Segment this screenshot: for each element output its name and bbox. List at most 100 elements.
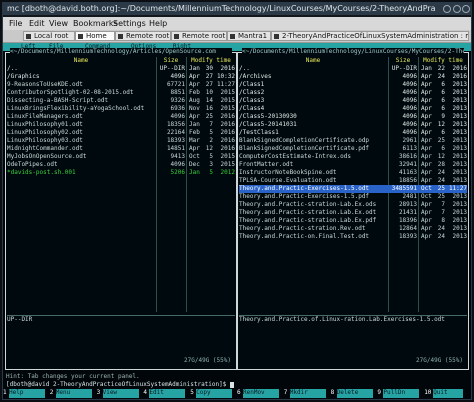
right-panel-header: Name Size Modify time	[239, 57, 467, 65]
close-icon[interactable]	[462, 5, 470, 13]
file-name: LinuxFileManagers.odt	[7, 113, 83, 120]
file-row[interactable]: Theory.and.Practic-stration.Rev.odt 12864…	[239, 225, 467, 233]
fkey-label: PullDn	[383, 389, 420, 398]
file-time: 2013	[452, 201, 467, 208]
terminal-icon	[118, 34, 123, 39]
left-panel-header: Name Size Modify time	[7, 57, 235, 65]
file-name: MyJobsOnOpenSource.odt	[7, 153, 87, 160]
file-row[interactable]: ContributorSpotlight-02-08-2015.odt 8851 F…	[7, 89, 235, 97]
file-size: 4096	[402, 81, 417, 88]
directory-row[interactable]: /TestClass1 4096 Apr 6 2013	[239, 129, 467, 137]
header-name[interactable]: Name	[239, 57, 387, 65]
directory-row[interactable]: /Class4 4096 Apr 6 2013	[239, 105, 467, 113]
file-time: 2015	[220, 153, 235, 160]
file-row[interactable]: Theory.and.Practic-stration-Lab.Ex.ods 28…	[239, 201, 467, 209]
file-row[interactable]: MyJobsOnOpenSource.odt 9413 Oct 5 2015	[7, 153, 235, 161]
file-row[interactable]: LinuxBringsFlexibility-aYogaSchool.odt 69…	[7, 105, 235, 113]
file-size: 38616	[398, 153, 417, 160]
file-row[interactable]: Theory.and.Practic-Exercises-1.5.pdf 2481…	[239, 193, 467, 201]
header-name[interactable]: Name	[7, 57, 155, 65]
tab-remote-root-2[interactable]: Remote root	[171, 31, 227, 41]
file-time: 2013	[452, 113, 467, 120]
file-row[interactable]: *davids-post.sh.001 5206 Jan 5 2012	[7, 169, 235, 177]
menu-file[interactable]: File	[9, 17, 22, 30]
fkey-label: Help	[9, 389, 45, 398]
file-row[interactable]: MidnightCommander.odt 14851 Apr 12 2016	[7, 145, 235, 153]
directory-row[interactable]: /Class2 4096 Apr 6 2013	[239, 89, 467, 97]
menu-bookmarks[interactable]: Bookmarks	[73, 17, 118, 30]
tab-mc[interactable]: 2-TheoryAndPracticeOfLinuxSystemAdminist…	[271, 31, 469, 41]
file-row[interactable]: Dissecting-a-BASH-Script.odt 9326 Aug 14 201…	[7, 97, 235, 105]
left-panel[interactable]: <~/Documents/MillenniumTechnology/Articl…	[5, 48, 237, 370]
file-size: 67721	[166, 81, 185, 88]
file-name: BlankSignedCompletionCertificate.pdf	[239, 145, 370, 152]
right-panel[interactable]: <~/Documents/MillenniumTechnology/LinuxC…	[237, 48, 469, 370]
directory-row[interactable]: /.. UP--DIR Jan 22 2016	[239, 65, 467, 73]
hint-line: Hint: Tab changes your current panel.	[6, 373, 140, 380]
tab-local-root[interactable]: Local root	[23, 31, 75, 41]
left-mini-status: UP--DIR	[7, 315, 235, 324]
directory-row[interactable]: /Graphics 4096 Apr 27 10:32	[7, 73, 235, 81]
file-row[interactable]: BlankSignedCompletionCertificate.pdf 6113…	[239, 145, 467, 153]
file-row[interactable]: Theory.and.Practic-stration.Lab.Ex.odt 21…	[239, 209, 467, 217]
file-size: 9413	[170, 153, 185, 160]
file-day: 24	[437, 177, 445, 184]
file-time: 11:27	[216, 81, 235, 88]
file-time: 11:27	[448, 185, 467, 192]
file-row[interactable]: 9-ReasonsToUseKDE.odt 67721 Apr 27 11:27	[7, 81, 235, 89]
terminal-area[interactable]: Left File Command Options Right <~/Docum…	[3, 43, 471, 399]
maximize-icon[interactable]	[453, 5, 461, 13]
menu-edit[interactable]: Edit	[29, 17, 45, 30]
file-month: Aug	[189, 97, 200, 104]
file-row[interactable]: Theory.and.Practic-stration.Lab.Ex.pdf 18…	[239, 217, 467, 225]
file-row[interactable]: TPLSA-Course.Evaluation.odt 18856 Apr 24 201…	[239, 177, 467, 185]
file-row[interactable]: InstructorNoteBookSpine.odt 41163 Apr 24 201…	[239, 169, 467, 177]
file-name: Theory.and.Practic-on.Final.Test.odt	[239, 233, 370, 240]
fkey-label: Copy	[196, 389, 233, 398]
file-row[interactable]: Theory.and.Practic-Exercises-1.5.odt 3485…	[239, 185, 467, 193]
file-name: 9-ReasonsToUseKDE.odt	[7, 81, 83, 88]
tab-label: 2-TheoryAndPracticeOfLinuxSystemAdminist…	[282, 32, 469, 40]
file-month: Dec	[189, 161, 200, 168]
file-row[interactable]: Theory.and.Practic-on.Final.Test.odt 1839…	[239, 233, 467, 241]
title-bar[interactable]: mc [dboth@david.both.org]:~/Documents/Mi…	[3, 3, 471, 15]
menu-help[interactable]: Help	[149, 17, 167, 30]
file-row[interactable]: BlankSignedCompletionCertificate.odp 2961…	[239, 137, 467, 145]
header-size[interactable]: Size	[389, 57, 417, 65]
file-size: 18356	[166, 121, 185, 128]
file-day: 7	[441, 201, 445, 208]
file-name: ContributorSpotlight-02-08-2015.odt	[7, 89, 134, 96]
header-modify[interactable]: Modify time	[187, 57, 235, 65]
directory-row[interactable]: /Class3 4096 Apr 6 2013	[239, 97, 467, 105]
tab-home[interactable]: Home	[75, 31, 115, 41]
directory-row[interactable]: /Class5-20130930 4096 Apr 9 2013	[239, 113, 467, 121]
minimize-icon[interactable]	[443, 5, 451, 13]
directory-row[interactable]: /Archives 4096 Apr 24 2016	[239, 73, 467, 81]
directory-row[interactable]: /Class5-20141031 4096 Apr 12 2013	[239, 121, 467, 129]
file-row[interactable]: LinuxPhilosophy01.odt 18356 Jan 7 2016	[7, 121, 235, 129]
file-row[interactable]: FrontMatter.odt 32941 Apr 28 2013	[239, 161, 467, 169]
fkey-label: Mkdir	[289, 389, 326, 398]
menu-settings[interactable]: Settings	[113, 17, 146, 30]
file-name: *davids-post.sh.001	[7, 169, 76, 176]
file-day: 12	[205, 145, 213, 152]
directory-row[interactable]: /.. UP--DIR Jan 30 2016	[7, 65, 235, 73]
file-day: 8	[441, 217, 445, 224]
tab-remote-root-1[interactable]: Remote root	[115, 31, 171, 41]
file-row[interactable]: LinuxPhilosophy02.odt 22164 Feb 5 2016	[7, 129, 235, 137]
tab-label: Remote root	[182, 32, 226, 40]
directory-row[interactable]: /Class1 4096 Apr 6 2013	[239, 81, 467, 89]
file-row[interactable]: ComputerCostEstimate-Intrex.ods 38616 Apr 1…	[239, 153, 467, 161]
file-row[interactable]: LinuxPhilosophy03.odt 18393 Mar 2 2016	[7, 137, 235, 145]
file-row[interactable]: OdeToPipes.odt 4096 Dec 3 2015	[7, 161, 235, 169]
fkey-label: RenMov	[243, 389, 279, 398]
file-name: /Class2	[239, 89, 265, 96]
header-modify[interactable]: Modify time	[419, 57, 467, 65]
file-size: 18393	[166, 137, 185, 144]
file-row[interactable]: LinuxFileManagers.odt 4096 Apr 25 2016	[7, 113, 235, 121]
header-size[interactable]: Size	[157, 57, 185, 65]
tab-mantra1[interactable]: Mantra1	[227, 31, 271, 41]
command-line[interactable]: [dboth@david 2-TheoryAndPracticeOfLinuxS…	[6, 381, 234, 388]
file-size: 28913	[398, 201, 417, 208]
menu-view[interactable]: View	[49, 17, 68, 30]
